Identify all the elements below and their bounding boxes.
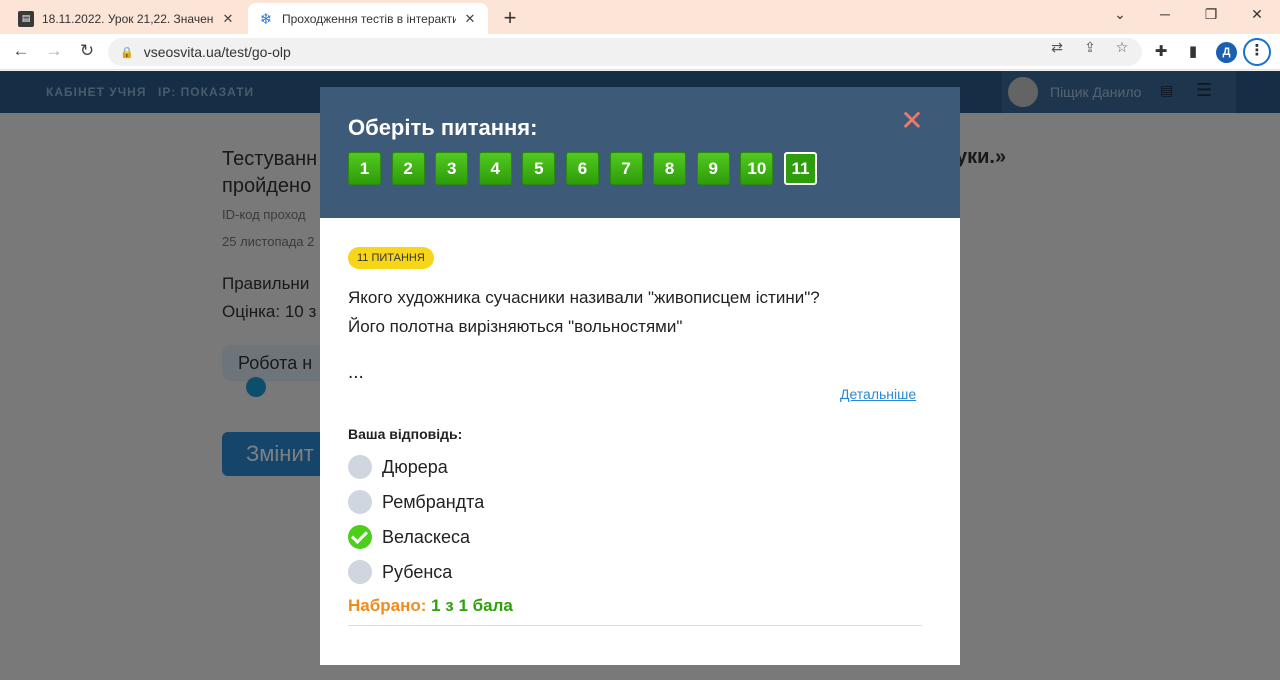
question-nav: 1 2 3 4 5 6 7 8 9 10 11 [348,152,828,185]
browser-tab-lesson[interactable]: ▤ 18.11.2022. Урок 21,22. Значенн ✕ [8,3,246,34]
translate-icon[interactable]: ⇄ [1047,39,1067,56]
question-button-9[interactable]: 9 [696,152,730,185]
question-text: Якого художника сучасники називали "живо… [348,283,908,341]
browser-menu-icon[interactable]: ⋮ [1243,38,1271,66]
snowflake-icon: ❄ [259,10,273,28]
extensions-icon[interactable]: ✚ [1150,42,1172,60]
lock-icon: 🔒 [120,46,134,59]
forward-icon[interactable]: → [43,41,65,61]
question-button-3[interactable]: 3 [435,152,469,185]
document-icon: ▤ [18,10,34,27]
radio-icon[interactable] [348,490,372,514]
side-panel-icon[interactable]: ▮ [1182,42,1204,60]
answer-option-velazquez[interactable]: Веласкеса [348,525,470,549]
question-button-4[interactable]: 4 [478,152,512,185]
tab-search-icon[interactable]: ⌄ [1105,6,1135,23]
score-value: 1 з 1 бала [431,596,513,615]
restore-icon[interactable]: ❐ [1196,6,1226,23]
divider [348,625,922,626]
modal-header: Оберіть питання: ✕ 1 2 3 4 5 6 7 8 9 10 … [320,87,960,218]
answer-option-rubens[interactable]: Рубенса [348,560,452,584]
question-button-11[interactable]: 11 [783,152,817,185]
option-label: Дюрера [382,456,448,477]
question-button-1[interactable]: 1 [348,152,381,185]
score-label: Набрано: [348,596,427,615]
new-tab-button[interactable]: + [498,5,522,31]
details-link[interactable]: Детальніше [840,386,916,402]
score: Набрано: 1 з 1 бала [348,596,513,616]
share-icon[interactable]: ⇪ [1080,39,1100,56]
question-ellipsis: ... [348,362,364,383]
question-button-6[interactable]: 6 [565,152,599,185]
question-button-7[interactable]: 7 [609,152,643,185]
question-button-8[interactable]: 8 [653,152,687,185]
minimize-icon[interactable]: ─ [1150,6,1180,22]
question-line-2: Його полотна вирізняються "вольностями" [348,317,683,336]
question-button-10[interactable]: 10 [740,152,774,185]
question-button-5[interactable]: 5 [522,152,556,185]
option-label: Рубенса [382,561,453,582]
url-text: vseosvita.ua/test/go-olp [143,44,291,60]
tab-title: Проходження тестів в інтеракти [282,11,456,26]
question-badge: 11 ПИТАННЯ [348,247,434,269]
back-icon[interactable]: ← [10,41,32,61]
answer-label: Ваша відповідь: [348,426,463,442]
answer-option-rembrandt[interactable]: Рембрандта [348,490,484,514]
close-icon[interactable]: ✕ [900,107,924,135]
browser-toolbar: ← → ↻ 🔒 vseosvita.ua/test/go-olp ⇄ ⇪ ☆ ✚… [0,34,1280,70]
bookmark-star-icon[interactable]: ☆ [1112,39,1132,56]
radio-icon[interactable] [348,455,372,479]
reload-icon[interactable]: ↻ [76,41,98,61]
address-bar[interactable]: 🔒 vseosvita.ua/test/go-olp [108,38,1142,66]
tab-title: 18.11.2022. Урок 21,22. Значенн [42,11,214,26]
close-tab-icon[interactable]: ✕ [462,11,478,27]
question-modal: Оберіть питання: ✕ 1 2 3 4 5 6 7 8 9 10 … [320,87,960,665]
profile-avatar[interactable]: Д [1216,42,1237,63]
option-label: Веласкеса [382,526,471,547]
answer-option-durer[interactable]: Дюрера [348,455,448,479]
browser-tab-test[interactable]: ❄ Проходження тестів в інтеракти ✕ [248,3,488,34]
close-window-icon[interactable]: ✕ [1242,6,1272,23]
radio-icon[interactable] [348,560,372,584]
modal-title: Оберіть питання: [348,115,538,140]
checkmark-icon[interactable] [348,525,372,549]
tab-bar: ▤ 18.11.2022. Урок 21,22. Значенн ✕ ❄ Пр… [0,0,1280,34]
close-tab-icon[interactable]: ✕ [220,11,236,27]
question-line-1: Якого художника сучасники називали "живо… [348,288,820,307]
question-button-2[interactable]: 2 [391,152,425,185]
option-label: Рембрандта [382,491,485,512]
